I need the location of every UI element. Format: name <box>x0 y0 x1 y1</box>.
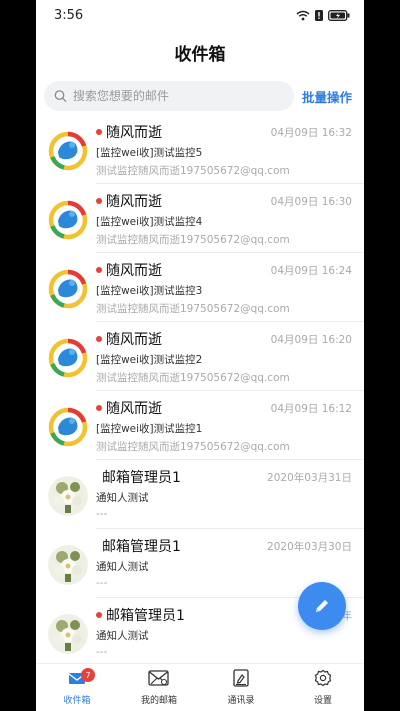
email-sender: 邮箱管理员1 <box>102 539 181 555</box>
email-time: 04月09日 16:30 <box>270 195 352 208</box>
unread-dot <box>96 612 102 618</box>
weibo-avatar <box>48 200 88 240</box>
tab-label: 通讯录 <box>227 696 255 706</box>
wifi-icon <box>296 10 310 20</box>
search-input[interactable] <box>72 89 284 103</box>
email-subject: [监控wei收]测试监控2 <box>96 354 203 366</box>
pencil-icon <box>316 600 328 612</box>
unread-dot <box>96 267 102 273</box>
email-row[interactable]: 邮箱管理员1 2020年03月31日 通知人测试 --- <box>36 460 364 529</box>
tab-contacts[interactable]: 通讯录 <box>200 664 282 711</box>
weibo-avatar <box>48 407 88 447</box>
email-subject: [监控wei收]测试监控3 <box>96 285 203 297</box>
weibo-avatar <box>48 131 88 171</box>
search-box[interactable] <box>44 81 294 111</box>
email-preview: --- <box>96 646 108 658</box>
flower-avatar <box>48 476 88 516</box>
email-sender: 邮箱管理员1 <box>106 608 185 624</box>
email-time: 04月09日 16:32 <box>270 126 352 139</box>
email-subject: 通知人测试 <box>96 630 149 642</box>
email-subject: 通知人测试 <box>96 561 149 573</box>
tab-label: 收件箱 <box>63 696 91 706</box>
unread-dot <box>96 198 102 204</box>
page-title: 收件箱 <box>174 44 226 65</box>
alert-icon <box>315 9 323 21</box>
email-row[interactable]: 随风而逝 04月09日 16:24 [监控wei收]测试监控3 测试监控随风而逝… <box>36 253 364 322</box>
flower-avatar <box>48 545 88 585</box>
email-row[interactable]: 随风而逝 04月09日 16:12 [监控wei收]测试监控1 测试监控随风而逝… <box>36 391 364 460</box>
tab-inbox[interactable]: 收件箱 7 <box>36 664 118 711</box>
email-preview: 测试监控随风而逝197505672@qq.com <box>96 372 290 384</box>
email-time: 2020年03月30日 <box>267 540 352 553</box>
email-row[interactable]: 随风而逝 04月09日 16:20 [监控wei收]测试监控2 测试监控随风而逝… <box>36 322 364 391</box>
email-preview: 测试监控随风而逝197505672@qq.com <box>96 441 290 453</box>
email-subject: [监控wei收]测试监控5 <box>96 147 203 159</box>
email-time: 04月09日 16:12 <box>270 402 352 415</box>
email-sender: 邮箱管理员1 <box>102 470 181 486</box>
unread-dot <box>96 336 102 342</box>
email-time: 2020年03月31日 <box>267 471 352 484</box>
email-row[interactable]: 随风而逝 04月09日 16:32 [监控wei收]测试监控5 测试监控随风而逝… <box>36 115 364 184</box>
gear-icon <box>314 669 332 691</box>
email-preview: 测试监控随风而逝197505672@qq.com <box>96 303 290 315</box>
email-time: 04月09日 16:20 <box>270 333 352 346</box>
email-subject: [监控wei收]测试监控4 <box>96 216 203 228</box>
email-preview: --- <box>96 508 108 520</box>
batch-operation-button[interactable]: 批量操作 <box>302 87 356 106</box>
email-sender: 随风而逝 <box>106 332 162 348</box>
battery-icon <box>328 9 350 21</box>
email-sender: 随风而逝 <box>106 194 162 210</box>
search-row: 批量操作 <box>36 77 364 115</box>
status-time: 3:56 <box>54 7 84 23</box>
tab-mailbox[interactable]: 我的邮箱 <box>118 664 200 711</box>
email-subject: 通知人测试 <box>96 492 149 504</box>
tab-label: 我的邮箱 <box>140 696 177 706</box>
bottom-tab-bar: 收件箱 7 我的邮箱 通讯录 设置 <box>36 663 364 711</box>
tab-label: 设置 <box>313 696 332 706</box>
tab-gear[interactable]: 设置 <box>282 664 364 711</box>
email-row[interactable]: 随风而逝 04月09日 16:30 [监控wei收]测试监控4 测试监控随风而逝… <box>36 184 364 253</box>
email-time: 04月09日 16:24 <box>270 264 352 277</box>
unread-count-badge: 7 <box>81 668 95 682</box>
mailbox-icon <box>148 669 170 691</box>
weibo-avatar <box>48 338 88 378</box>
email-sender: 随风而逝 <box>106 401 162 417</box>
email-subject: [监控wei收]测试监控1 <box>96 423 203 435</box>
flower-avatar <box>48 614 88 654</box>
unread-dot <box>96 405 102 411</box>
email-preview: 测试监控随风而逝197505672@qq.com <box>96 165 290 177</box>
app-screen: 3:56 收件箱 搜索您想要的邮件 批量操作 随风而逝 04月09日 16:32… <box>36 0 364 711</box>
email-sender: 随风而逝 <box>106 125 162 141</box>
contacts-icon <box>232 669 250 691</box>
status-bar: 3:56 <box>36 0 364 30</box>
email-sender: 随风而逝 <box>106 263 162 279</box>
compose-button[interactable] <box>298 582 346 630</box>
unread-dot <box>96 129 102 135</box>
search-icon <box>54 90 67 102</box>
email-preview: 测试监控随风而逝197505672@qq.com <box>96 234 290 246</box>
weibo-avatar <box>48 269 88 309</box>
